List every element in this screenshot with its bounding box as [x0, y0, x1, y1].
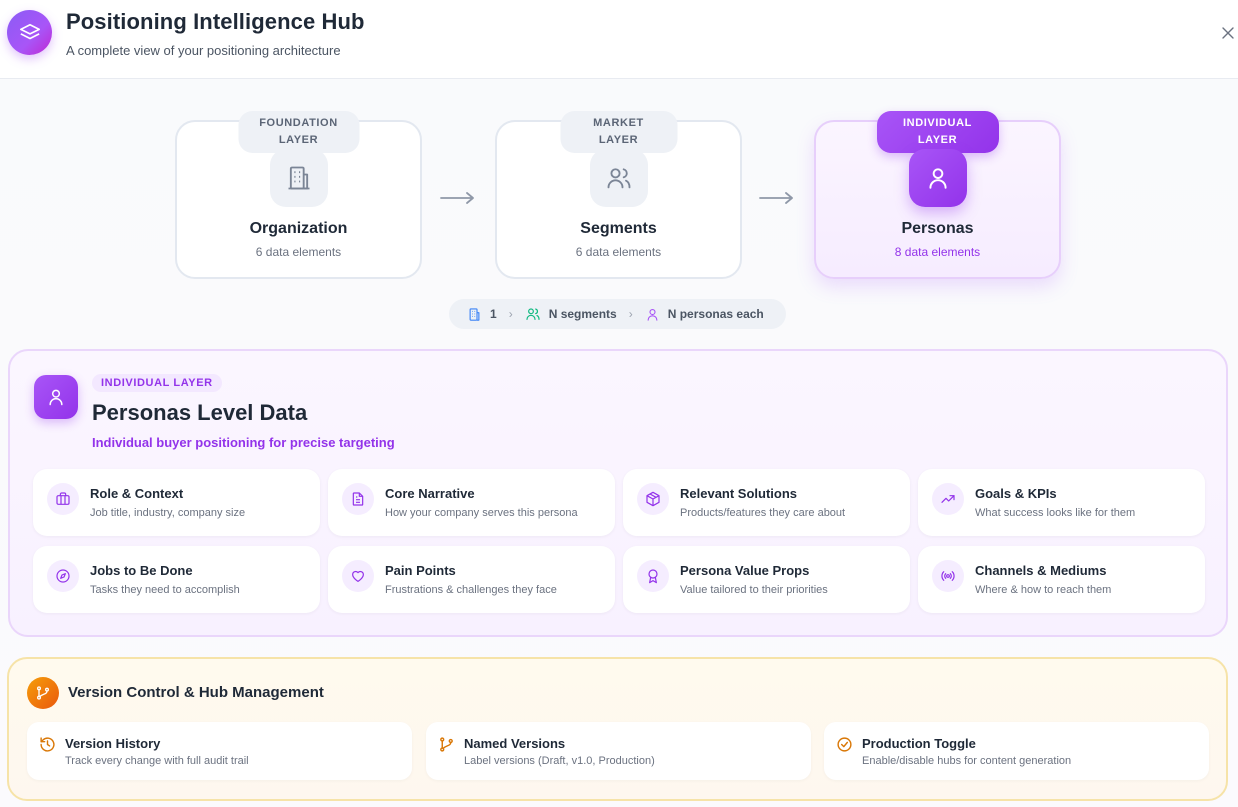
personas-panel: INDIVIDUAL LAYER Personas Level Data Ind… [8, 349, 1228, 637]
page-title: Positioning Intelligence Hub [66, 9, 365, 34]
user-icon [34, 375, 78, 419]
feature-card-jobs-to-be-done[interactable]: Jobs to Be Done Tasks they need to accom… [33, 546, 320, 613]
panel-subtitle: Individual buyer positioning for precise… [92, 435, 395, 450]
feature-title: Goals & KPIs [975, 486, 1057, 501]
layer-name: Organization [249, 220, 348, 237]
vc-card-production-toggle[interactable]: Production Toggle Enable/disable hubs fo… [824, 722, 1209, 780]
feature-title: Role & Context [90, 486, 184, 501]
page-subtitle: A complete view of your positioning arch… [66, 43, 341, 58]
building-icon [269, 149, 328, 207]
box-icon [637, 483, 669, 515]
history-icon [38, 735, 56, 753]
version-control-panel: Version Control & Hub Management Version… [7, 657, 1228, 801]
vc-card-desc: Label versions (Draft, v1.0, Production) [464, 755, 655, 767]
hierarchy-personas: N personas each [645, 307, 764, 322]
vc-card-named-versions[interactable]: Named Versions Label versions (Draft, v1… [426, 722, 811, 780]
feature-card-relevant-solutions[interactable]: Relevant Solutions Products/features the… [623, 469, 910, 536]
feature-title: Jobs to Be Done [90, 563, 193, 578]
chevron-right-icon: › [508, 307, 513, 321]
broadcast-icon [932, 560, 964, 592]
feature-desc: Job title, industry, company size [90, 507, 246, 519]
arrow-right-icon [759, 192, 793, 204]
hierarchy-segments-label: N segments [548, 307, 617, 321]
layer-card-personas[interactable]: INDIVIDUAL LAYER Personas 8 data element… [814, 111, 1061, 279]
layer-card-organization[interactable]: FOUNDATION LAYER Organization 6 data ele… [175, 111, 422, 279]
layers-icon [7, 10, 52, 55]
feature-desc: Tasks they need to accomplish [90, 584, 240, 596]
close-icon [1222, 27, 1234, 39]
vc-card-title: Production Toggle [862, 736, 976, 751]
header: Positioning Intelligence Hub A complete … [0, 0, 1238, 79]
close-button[interactable] [1219, 24, 1237, 42]
layer-name: Personas [901, 220, 974, 237]
feature-desc: How your company serves this persona [385, 507, 578, 519]
layer-card-segments[interactable]: MARKET LAYER Segments 6 data elements [495, 111, 742, 279]
feature-title: Relevant Solutions [680, 486, 798, 501]
git-branch-icon [437, 735, 455, 753]
check-circle-icon [835, 735, 853, 753]
feature-desc: Frustrations & challenges they face [385, 584, 557, 596]
vc-card-desc: Enable/disable hubs for content generati… [862, 755, 1072, 767]
feature-desc: Value tailored to their priorities [680, 584, 828, 596]
arrow-right-icon [440, 192, 474, 204]
layer-pill: FOUNDATION LAYER [238, 111, 359, 153]
feature-card-goals-kpis[interactable]: Goals & KPIs What success looks like for… [918, 469, 1205, 536]
feature-card-channels-mediums[interactable]: Channels & Mediums Where & how to reach … [918, 546, 1205, 613]
layer-name: Segments [580, 220, 657, 237]
document-icon [342, 483, 374, 515]
compass-icon [47, 560, 79, 592]
layer-count: 6 data elements [255, 245, 342, 259]
hierarchy-bar: 1 › N segments › N personas each [449, 299, 786, 329]
feature-title: Persona Value Props [680, 563, 810, 578]
layer-count: 8 data elements [894, 245, 981, 259]
vc-card-title: Version History [65, 736, 161, 751]
version-control-title: Version Control & Hub Management [68, 684, 324, 701]
feature-desc: What success looks like for them [975, 507, 1136, 519]
feature-desc: Where & how to reach them [975, 584, 1112, 596]
vc-card-version-history[interactable]: Version History Track every change with … [27, 722, 412, 780]
feature-card-role-context[interactable]: Role & Context Job title, industry, comp… [33, 469, 320, 536]
feature-card-core-narrative[interactable]: Core Narrative How your company serves t… [328, 469, 615, 536]
layer-pill: MARKET LAYER [560, 111, 677, 153]
feature-title: Pain Points [385, 563, 456, 578]
building-icon [469, 307, 480, 321]
hierarchy-org: 1 [467, 307, 497, 322]
award-icon [637, 560, 669, 592]
feature-title: Channels & Mediums [975, 563, 1107, 578]
chevron-right-icon: › [628, 307, 633, 321]
panel-tag: INDIVIDUAL LAYER [92, 374, 222, 392]
hierarchy-personas-label: N personas each [667, 307, 764, 321]
feature-title: Core Narrative [385, 486, 475, 501]
trending-up-icon [932, 483, 964, 515]
vc-card-title: Named Versions [464, 736, 566, 751]
heart-icon [342, 560, 374, 592]
users-icon [526, 308, 540, 320]
feature-desc: Products/features they care about [680, 507, 846, 519]
feature-card-pain-points[interactable]: Pain Points Frustrations & challenges th… [328, 546, 615, 613]
hierarchy-segments: N segments [525, 306, 617, 322]
layer-pill: INDIVIDUAL LAYER [876, 111, 999, 153]
user-icon [647, 308, 658, 321]
user-icon [908, 149, 967, 207]
briefcase-icon [47, 483, 79, 515]
feature-card-persona-value-props[interactable]: Persona Value Props Value tailored to th… [623, 546, 910, 613]
users-icon [589, 149, 648, 207]
panel-title: Personas Level Data [92, 400, 308, 425]
git-branch-icon [27, 677, 59, 709]
hierarchy-org-label: 1 [490, 307, 497, 321]
vc-card-desc: Track every change with full audit trail [65, 755, 249, 767]
layer-count: 6 data elements [575, 245, 662, 259]
